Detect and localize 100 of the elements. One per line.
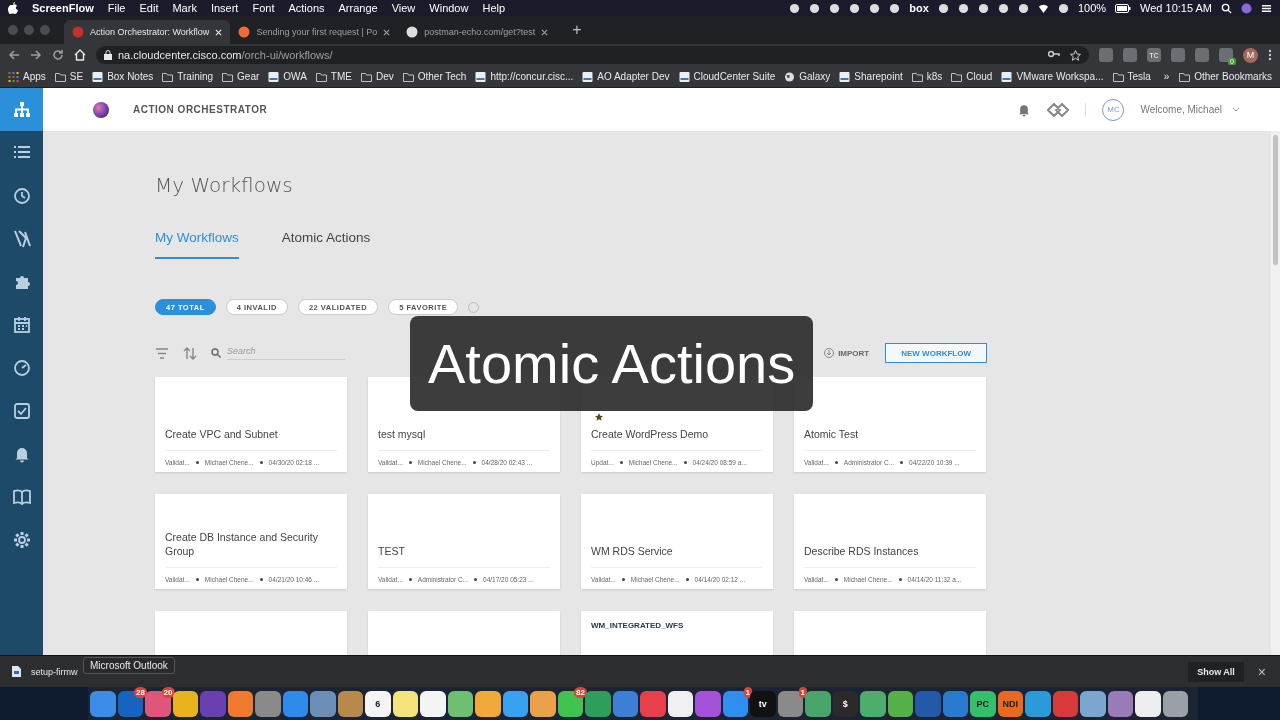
dock-app-icon[interactable] [887,691,913,717]
menu-item[interactable]: View [391,2,416,14]
dock-app-icon[interactable] [530,691,556,717]
bookmark[interactable]: VMware Workspa... [1001,71,1104,82]
battery-icon[interactable] [1115,3,1132,13]
menu-item[interactable]: Window [429,2,469,14]
dock-app-icon[interactable] [447,691,473,717]
status-icon[interactable] [937,2,949,14]
menu-clock[interactable]: Wed 10:15 AM [1140,2,1212,14]
status-icon[interactable] [997,2,1009,14]
address-bar[interactable]: na.cloudcenter.cisco.com/orch-ui/workflows/ [96,46,1089,64]
status-icon[interactable] [889,2,901,14]
star-icon[interactable] [595,413,603,421]
close-button[interactable]: × [1251,662,1272,681]
reload-icon[interactable] [52,49,64,61]
siri-icon[interactable] [1241,2,1252,14]
status-icon[interactable] [869,2,881,14]
menu-item[interactable]: Font [252,2,275,14]
dock-app-icon[interactable] [1080,691,1106,717]
wifi-icon[interactable] [1037,2,1049,14]
apple-icon[interactable] [8,2,18,14]
dock-app-icon[interactable]: 6 [365,691,391,717]
bookmark[interactable]: Other Bookmarks [1179,71,1272,82]
dock-app-icon[interactable] [392,691,418,717]
bookmark[interactable]: SE [54,71,84,82]
sidebar-item[interactable] [0,88,43,131]
bookmark[interactable]: Cloud [951,71,993,82]
dock-app-icon[interactable] [475,691,501,717]
status-icon[interactable] [809,2,821,14]
card-title: Create DB Instance and Security Group [165,529,337,568]
bookmark[interactable]: CloudCenter Suite [678,71,776,82]
search-field[interactable]: Search [227,346,345,360]
bookmark[interactable]: Galaxy [784,71,831,82]
filter-icon[interactable] [155,346,169,360]
dock-app-icon[interactable] [860,691,886,717]
apps-grid-icon [8,71,19,82]
download-filename[interactable]: setup-firmw [31,666,78,677]
menu-item[interactable]: Edit [139,2,159,14]
more-icon[interactable] [1268,49,1272,61]
bookmark[interactable]: Training [162,71,214,82]
page-tab[interactable]: Atomic Actions [281,230,371,259]
status-icon[interactable] [1057,2,1069,14]
bookmark[interactable]: Box Notes [92,71,154,82]
menu-item[interactable]: Arrange [338,2,378,14]
globe-icon [784,71,796,82]
dock-app-icon[interactable]: PC [970,691,996,717]
search-icon[interactable] [1221,2,1232,14]
dock-app-icon[interactable] [172,691,198,717]
bookmark[interactable]: Dev [360,71,394,82]
dock-app-icon[interactable]: $ [832,691,858,717]
forward-icon[interactable] [30,49,42,61]
bookmark[interactable]: Sharepoint [839,71,903,82]
status-icon[interactable] [1017,2,1029,14]
bookmark[interactable]: Gear [222,71,260,82]
dock-app-icon[interactable]: NDI [997,691,1023,717]
status-icon[interactable] [829,2,841,14]
dock-app-icon[interactable]: tv [750,691,776,717]
show-all-button[interactable]: Show All [1188,661,1244,682]
bookmark[interactable]: TME [315,71,352,82]
bookmark[interactable]: AO Adapter Dev [582,71,670,82]
browser-tab[interactable]: Action Orchestrator: Workflow [64,20,231,44]
status-icon[interactable] [957,2,969,14]
home-icon[interactable] [74,49,86,61]
welcome-text[interactable]: Welcome, Michael [1140,104,1222,115]
menu-item[interactable]: Actions [288,2,325,14]
menu-item[interactable]: Help [482,2,506,14]
dock-app-icon[interactable] [1135,691,1161,717]
workflow-card[interactable]: WM_INTEGRATED_WFS [581,611,773,655]
bookmark[interactable]: Apps [8,71,46,82]
menu-app-name[interactable]: ScreenFlow [32,2,94,14]
menu-item[interactable]: Insert [210,2,239,14]
dock-app-icon[interactable] [667,691,693,717]
bookmark[interactable]: Other Tech [402,71,467,82]
caret-icon[interactable] [1232,106,1240,113]
back-icon[interactable] [8,49,20,61]
scrollbar-thumb[interactable] [1273,135,1278,265]
chain-logo-icon[interactable] [1047,102,1070,117]
bookmark[interactable]: http://concur.cisc... [475,71,574,82]
browser-tab[interactable]: postman-echo.com/get?test [398,20,557,44]
bookmark[interactable]: Tesla [1112,71,1151,82]
sort-icon[interactable] [183,346,197,360]
close-icon[interactable] [383,28,391,36]
dock-app-icon[interactable] [1162,691,1188,717]
bookmark[interactable]: OWA [268,71,307,82]
import-button[interactable]: IMPORT [818,347,876,359]
close-icon[interactable] [541,28,549,36]
status-icon[interactable] [789,2,801,14]
profile-avatar[interactable]: M [1243,47,1258,63]
menu-item[interactable]: Mark [172,2,197,14]
status-text[interactable]: box [909,2,929,14]
more-bookmarks[interactable]: » [1163,71,1170,82]
menu-item[interactable]: File [107,2,126,14]
status-icon[interactable] [849,2,861,14]
status-icon[interactable] [977,2,989,14]
browser-tab[interactable]: Sending your first request | Po [230,20,399,44]
gear-icon [12,530,31,549]
new-tab-button[interactable]: + [566,20,588,40]
menu-icon[interactable] [1261,2,1272,14]
dock-app-icon[interactable] [420,691,446,717]
bookmark[interactable]: k8s [911,71,943,82]
